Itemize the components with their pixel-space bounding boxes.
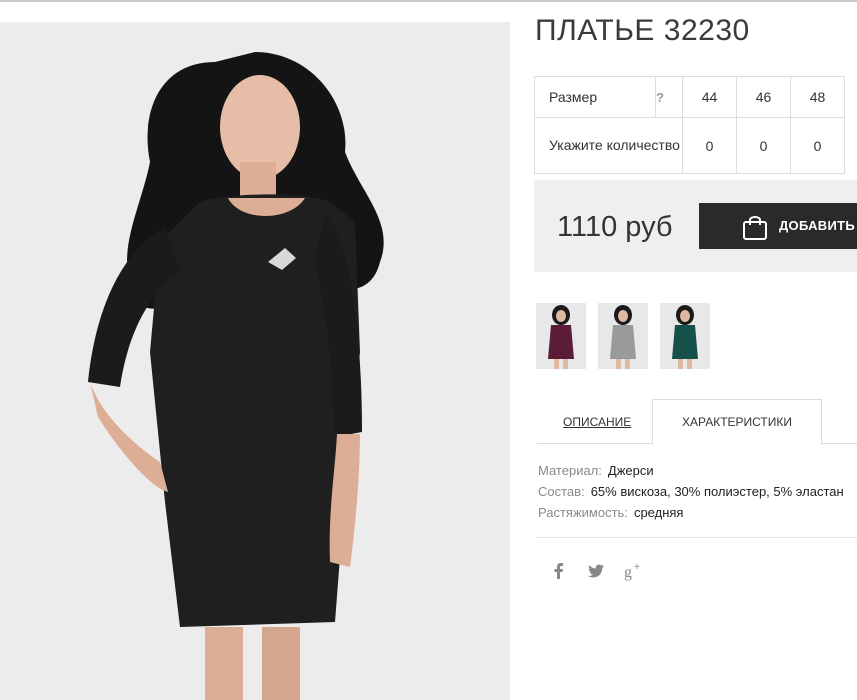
spec-key: Материал: [538, 463, 602, 478]
size-46: 46 [736, 76, 791, 118]
thumbnail-grey[interactable] [598, 303, 648, 369]
quantity-input-46[interactable]: 0 [736, 117, 791, 174]
quantity-input-44[interactable]: 0 [682, 117, 737, 174]
add-to-cart-label: ДОБАВИТЬ В [779, 218, 857, 233]
tab-characteristics[interactable]: ХАРАКТЕРИСТИКИ [652, 399, 822, 445]
twitter-icon[interactable] [586, 561, 606, 581]
product-title: ПЛАТЬЕ 32230 [535, 14, 750, 47]
tab-description[interactable]: ОПИСАНИЕ [563, 400, 631, 444]
price-box: 1110 руб ДОБАВИТЬ В [534, 180, 857, 272]
size-quantity-table: Размер ? 44 46 48 Укажите количество 0 0… [534, 76, 845, 174]
price: 1110 руб [557, 211, 673, 243]
social-divider [537, 537, 857, 538]
thumbnail-wine[interactable] [536, 303, 586, 369]
quantity-row: Укажите количество 0 0 0 [534, 117, 845, 174]
spec-key: Растяжимость: [538, 505, 628, 520]
quantity-label: Укажите количество [534, 117, 683, 174]
svg-text:+: + [634, 562, 640, 573]
size-label: Размер [534, 76, 656, 118]
google-plus-icon[interactable]: g + [623, 561, 643, 581]
quantity-input-48[interactable]: 0 [790, 117, 845, 174]
size-44: 44 [682, 76, 737, 118]
spec-value: средняя [633, 505, 684, 520]
facebook-icon[interactable] [549, 561, 569, 581]
size-help-button[interactable]: ? [655, 76, 683, 118]
spec-value: Джерси [607, 463, 654, 478]
spec-key: Состав: [538, 484, 585, 499]
size-48: 48 [790, 76, 845, 118]
product-main-photo[interactable] [0, 22, 510, 700]
svg-text:g: g [624, 564, 632, 581]
add-to-cart-button[interactable]: ДОБАВИТЬ В [699, 203, 857, 249]
spec-value: 65% вискоза, 30% полиэстер, 5% эластан [590, 484, 844, 499]
top-divider [0, 0, 857, 2]
info-tabs: ОПИСАНИЕ ХАРАКТЕРИСТИКИ [537, 399, 857, 445]
thumbnail-teal[interactable] [660, 303, 710, 369]
spec-material: Материал: Джерси [538, 460, 844, 481]
spec-composition: Состав: 65% вискоза, 30% полиэстер, 5% эл… [538, 481, 844, 502]
size-row: Размер ? 44 46 48 [534, 76, 845, 118]
spec-stretch: Растяжимость: средняя [538, 502, 844, 523]
shopping-bag-icon [741, 213, 769, 244]
specs-list: Материал: Джерси Состав: 65% вискоза, 30% … [538, 460, 844, 523]
